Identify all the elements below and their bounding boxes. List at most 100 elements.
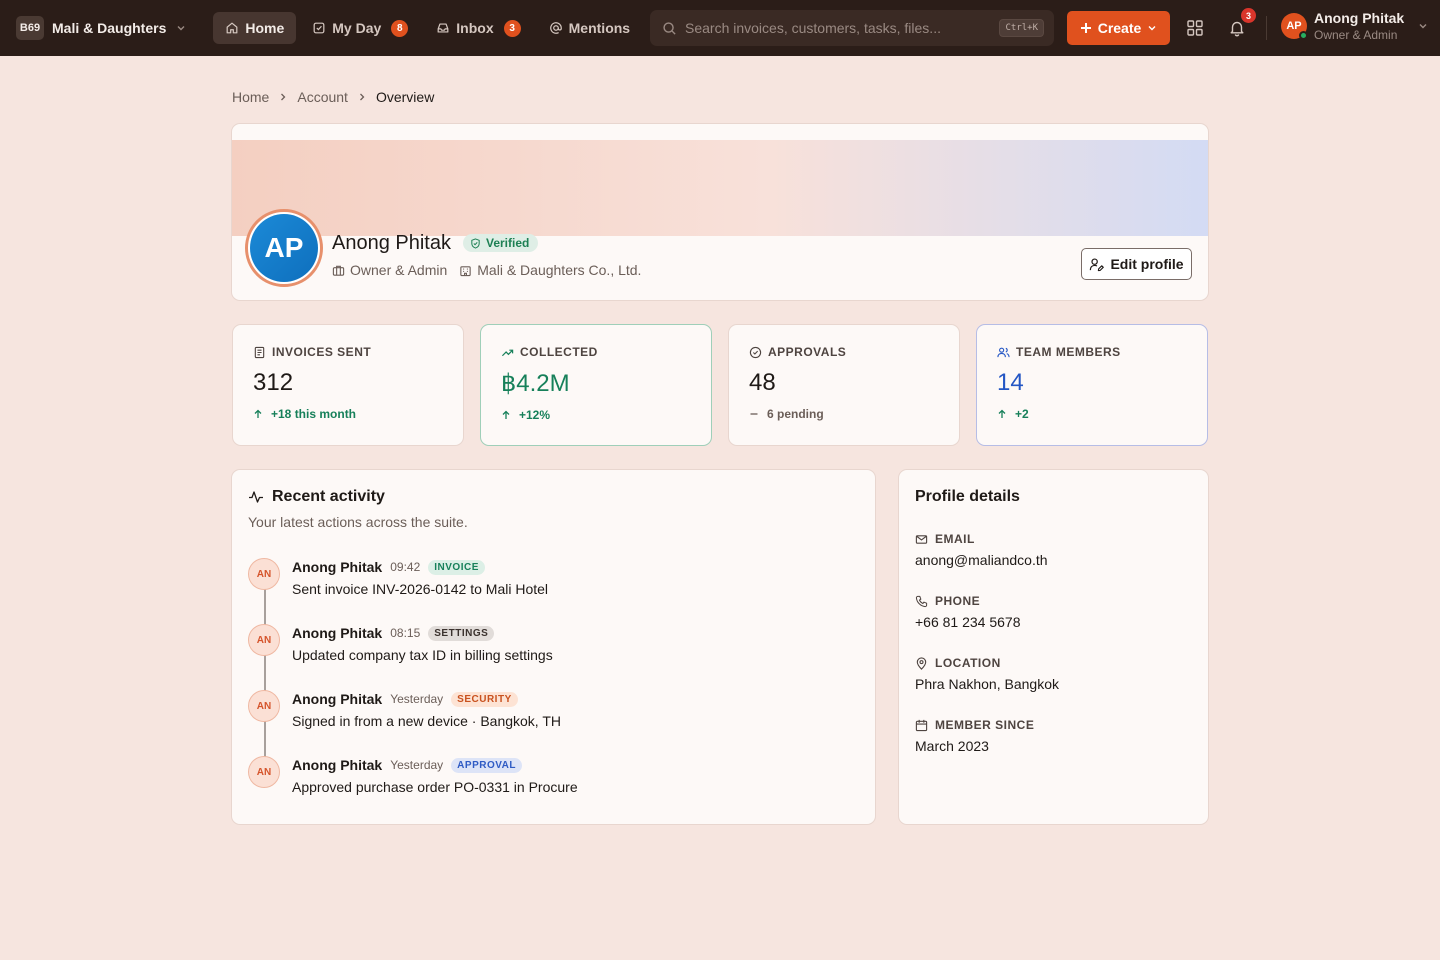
stat-delta: +18 this month — [253, 407, 443, 421]
shield-check-icon — [471, 237, 480, 249]
breadcrumb-home[interactable]: Home — [232, 89, 269, 105]
search-icon — [663, 21, 676, 35]
stat-card-team-members[interactable]: TEAM MEMBERS 14 +2 — [976, 324, 1208, 446]
map-pin-icon — [916, 656, 927, 670]
activity-tag: APPROVAL — [451, 757, 522, 773]
search-shortcut-hint: Ctrl+K — [999, 19, 1044, 37]
inbox-icon — [437, 23, 449, 33]
nav-item-my-day[interactable]: My Day 8 — [300, 12, 420, 44]
user-name: Anong Phitak — [1314, 10, 1405, 26]
detail-label-text: EMAIL — [935, 532, 975, 546]
user-role: Owner & Admin — [1314, 28, 1398, 42]
stat-label-text: TEAM MEMBERS — [1016, 345, 1121, 359]
activity-tag: SECURITY — [451, 691, 518, 707]
activity-description: Signed in from a new device · Bangkok, T… — [292, 713, 561, 729]
detail-member-since: MEMBER SINCE March 2023 — [915, 718, 1192, 754]
nav-item-home[interactable]: Home — [213, 12, 297, 44]
activity-actor: Anong Phitak — [292, 691, 383, 707]
stat-label: TEAM MEMBERS — [997, 345, 1187, 359]
activity-time: Yesterday — [390, 758, 444, 772]
user-info: Anong Phitak Owner & Admin — [1314, 10, 1404, 42]
plus-icon — [1080, 23, 1091, 33]
verified-label: Verified — [486, 236, 530, 250]
stat-label: INVOICES SENT — [253, 345, 443, 359]
avatar: AN — [248, 756, 280, 788]
search-input[interactable] — [685, 20, 1000, 36]
user-menu[interactable]: AP Anong Phitak Owner & Admin — [1281, 10, 1428, 42]
location-value: Phra Nakhon, Bangkok — [915, 676, 1059, 692]
brand-name: Mali & Daughters — [52, 20, 167, 36]
chevron-down-icon — [1419, 24, 1427, 29]
detail-label-text: LOCATION — [935, 656, 1001, 670]
create-button[interactable]: Create — [1067, 11, 1170, 45]
stat-delta: +12% — [501, 408, 691, 422]
arrow-up-icon — [254, 409, 262, 418]
nav-item-inbox[interactable]: Inbox 3 — [424, 12, 532, 44]
stat-delta-text: +2 — [1015, 407, 1029, 421]
activity-time: 08:15 — [390, 626, 421, 640]
stat-label-text: INVOICES SENT — [272, 345, 372, 359]
breadcrumb-account[interactable]: Account — [297, 89, 348, 105]
apps-button[interactable] — [1181, 14, 1209, 42]
stat-value: ฿4.2M — [501, 370, 570, 397]
email-value[interactable]: anong@maliandco.th — [915, 552, 1192, 568]
arrow-up-icon — [998, 409, 1006, 418]
stat-card-approvals[interactable]: APPROVALS 48 6 pending — [728, 324, 960, 446]
detail-label: PHONE — [915, 594, 1192, 608]
activity-item-header: Anong Phitak Yesterday APPROVAL — [292, 756, 859, 774]
stat-value: 48 — [749, 369, 776, 396]
card-subtitle: Your latest actions across the suite. — [248, 514, 468, 530]
detail-email: EMAIL anong@maliandco.th — [915, 532, 1192, 568]
workspace-switcher[interactable]: B69 Mali & Daughters — [16, 12, 186, 44]
chevron-right-icon — [359, 93, 365, 101]
stat-delta-text: 6 pending — [767, 407, 824, 421]
profile-avatar-initials: AP — [250, 214, 318, 282]
activity-actor: Anong Phitak — [292, 757, 383, 773]
stat-label: COLLECTED — [501, 345, 691, 359]
minus-icon — [750, 413, 758, 415]
stat-label-text: APPROVALS — [768, 345, 847, 359]
home-icon — [226, 22, 238, 34]
check-circle-icon — [749, 346, 762, 358]
activity-actor: Anong Phitak — [292, 559, 383, 575]
activity-pulse-icon — [249, 491, 263, 503]
briefcase-icon — [332, 265, 345, 276]
activity-timeline: AN Anong Phitak 09:42 INVOICE Sent invoi… — [248, 558, 859, 822]
avatar: AN — [248, 624, 280, 656]
verified-badge: Verified — [463, 234, 539, 252]
detail-phone: PHONE +66 81 234 5678 — [915, 594, 1192, 630]
activity-item[interactable]: AN Anong Phitak 08:15 SETTINGS Updated c… — [248, 624, 859, 690]
mail-icon — [915, 534, 928, 544]
profile-details-card: Profile details EMAIL anong@maliandco.th… — [898, 469, 1209, 825]
stat-delta-text: +18 this month — [271, 407, 357, 421]
activity-tag: SETTINGS — [428, 625, 495, 641]
activity-time: 09:42 — [390, 560, 421, 574]
main-nav: Home My Day 8 Inbox 3 Mentions — [213, 12, 642, 44]
profile-company-text: Mali & Daughters Co., Ltd. — [477, 262, 642, 278]
member-since-value: March 2023 — [915, 738, 989, 754]
edit-profile-button[interactable]: Edit profile — [1081, 248, 1192, 280]
stat-card-collected[interactable]: COLLECTED ฿4.2M +12% — [480, 324, 712, 446]
phone-icon — [915, 595, 928, 607]
activity-item[interactable]: AN Anong Phitak Yesterday APPROVAL Appro… — [248, 756, 859, 822]
stat-card-invoices-sent[interactable]: INVOICES SENT 312 +18 this month — [232, 324, 464, 446]
chevron-down-icon — [177, 26, 185, 31]
nav-item-label: Home — [245, 20, 285, 36]
brand-logo: B69 — [16, 16, 44, 40]
stat-label: APPROVALS — [749, 345, 939, 359]
activity-description: Sent invoice INV-2026-0142 to Mali Hotel — [292, 581, 549, 597]
global-search[interactable]: Ctrl+K — [650, 10, 1054, 46]
nav-item-mentions[interactable]: Mentions — [537, 12, 642, 44]
card-title: Profile details — [915, 488, 1020, 505]
online-status-dot — [1299, 31, 1308, 40]
nav-item-label: My Day — [332, 20, 382, 36]
phone-value[interactable]: +66 81 234 5678 — [915, 614, 1192, 630]
activity-time: Yesterday — [390, 692, 444, 706]
activity-item-header: Anong Phitak 08:15 SETTINGS — [292, 624, 859, 642]
activity-item[interactable]: AN Anong Phitak Yesterday SECURITY Signe… — [248, 690, 859, 756]
activity-item[interactable]: AN Anong Phitak 09:42 INVOICE Sent invoi… — [248, 558, 859, 624]
activity-description: Updated company tax ID in billing settin… — [292, 647, 553, 663]
create-button-label: Create — [1097, 20, 1142, 36]
profile-company: Mali & Daughters Co., Ltd. — [459, 262, 641, 278]
activity-tag: INVOICE — [428, 559, 485, 575]
